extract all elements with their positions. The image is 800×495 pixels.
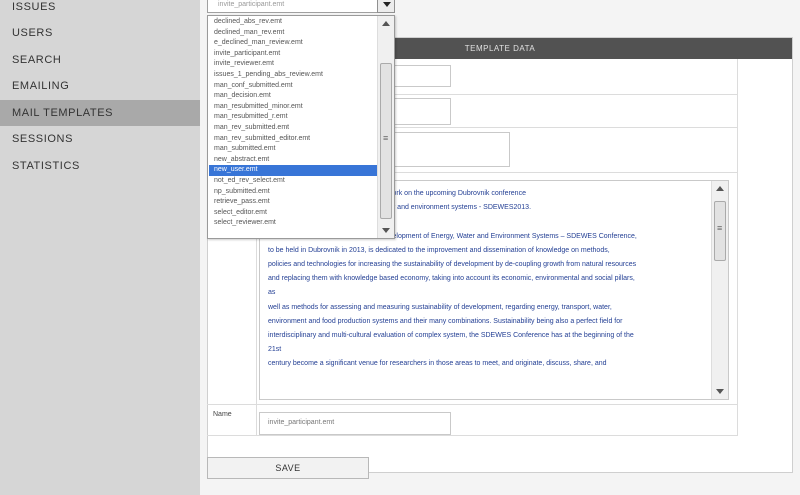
nav-issues[interactable]: ISSUES [0, 0, 200, 20]
dropdown-option[interactable]: select_editor.emt [209, 208, 377, 219]
row-divider [207, 435, 738, 436]
dropdown-option[interactable]: new_abstract.emt [209, 155, 377, 166]
scroll-down-icon[interactable] [382, 228, 390, 233]
scroll-down-icon[interactable] [716, 389, 724, 394]
scroll-thumb[interactable] [380, 63, 392, 219]
dropdown-option[interactable]: man_rev_submitted_editor.emt [209, 134, 377, 145]
body-line: as [268, 289, 276, 297]
chevron-down-icon[interactable] [377, 0, 395, 13]
scroll-up-icon[interactable] [716, 186, 724, 191]
body-line: century become a significant venue for r… [268, 360, 607, 368]
dropdown-option[interactable]: np_submitted.emt [209, 187, 377, 198]
sidebar: ISSUES USERS SEARCH EMAILING MAIL TEMPLA… [0, 0, 200, 495]
nav-search[interactable]: SEARCH [0, 47, 200, 73]
dropdown-scrollbar[interactable] [377, 16, 394, 238]
body-line: 21st [268, 346, 282, 354]
nav-emailing[interactable]: EMAILING [0, 73, 200, 99]
dropdown-option[interactable]: declined_abs_rev.emt [209, 17, 377, 28]
name-label: Name [213, 411, 232, 418]
dropdown-option[interactable]: man_resubmitted_minor.emt [209, 102, 377, 113]
dropdown-option[interactable]: man_rev_submitted.emt [209, 123, 377, 134]
body-line: environment and food production systems … [268, 317, 623, 325]
dropdown-option[interactable]: invite_reviewer.emt [209, 59, 377, 70]
nav-mail-templates[interactable]: MAIL TEMPLATES [0, 100, 200, 126]
dropdown-option[interactable]: issues_1_pending_abs_review.emt [209, 70, 377, 81]
save-button[interactable]: SAVE [207, 457, 369, 479]
scroll-up-icon[interactable] [382, 21, 390, 26]
dropdown-option[interactable]: man_decision.emt [209, 91, 377, 102]
body-line: interdisciplinary and multi-cultural eva… [268, 332, 634, 340]
name-field[interactable]: invite_participant.emt [259, 412, 451, 435]
nav-statistics[interactable]: STATISTICS [0, 153, 200, 179]
dropdown-option[interactable]: man_resubmitted_r.emt [209, 112, 377, 123]
dropdown-option[interactable]: man_submitted.emt [209, 144, 377, 155]
dropdown-option[interactable]: select_reviewer.emt [209, 218, 377, 229]
dropdown-option[interactable]: declined_man_rev.emt [209, 28, 377, 39]
dropdown-option[interactable]: e_declined_man_review.emt [209, 38, 377, 49]
column-divider [737, 59, 738, 435]
nav-sessions[interactable]: SESSIONS [0, 126, 200, 152]
dropdown-option[interactable]: invite_participant.emt [209, 49, 377, 60]
body-line: to be held in Dubrovnik in 2013, is dedi… [268, 246, 610, 254]
scroll-thumb[interactable] [714, 201, 726, 261]
body-line: policies and technologies for increasing… [268, 261, 637, 269]
body-line: well as methods for assessing and measur… [268, 303, 612, 311]
template-dropdown-list[interactable]: declined_abs_rev.emt declined_man_rev.em… [207, 15, 395, 239]
dropdown-option[interactable]: retrieve_pass.emt [209, 197, 377, 208]
body-line: and replacing them with knowledge based … [268, 275, 635, 283]
dropdown-option[interactable]: man_conf_submitted.emt [209, 81, 377, 92]
template-select[interactable]: invite_participant.emt [207, 0, 395, 13]
nav-users[interactable]: USERS [0, 20, 200, 46]
row-divider [207, 404, 738, 405]
dropdown-option[interactable]: not_ed_rev_select.emt [209, 176, 377, 187]
body-scrollbar[interactable] [711, 181, 728, 399]
dropdown-option-highlighted[interactable]: new_user.emt [209, 165, 377, 176]
